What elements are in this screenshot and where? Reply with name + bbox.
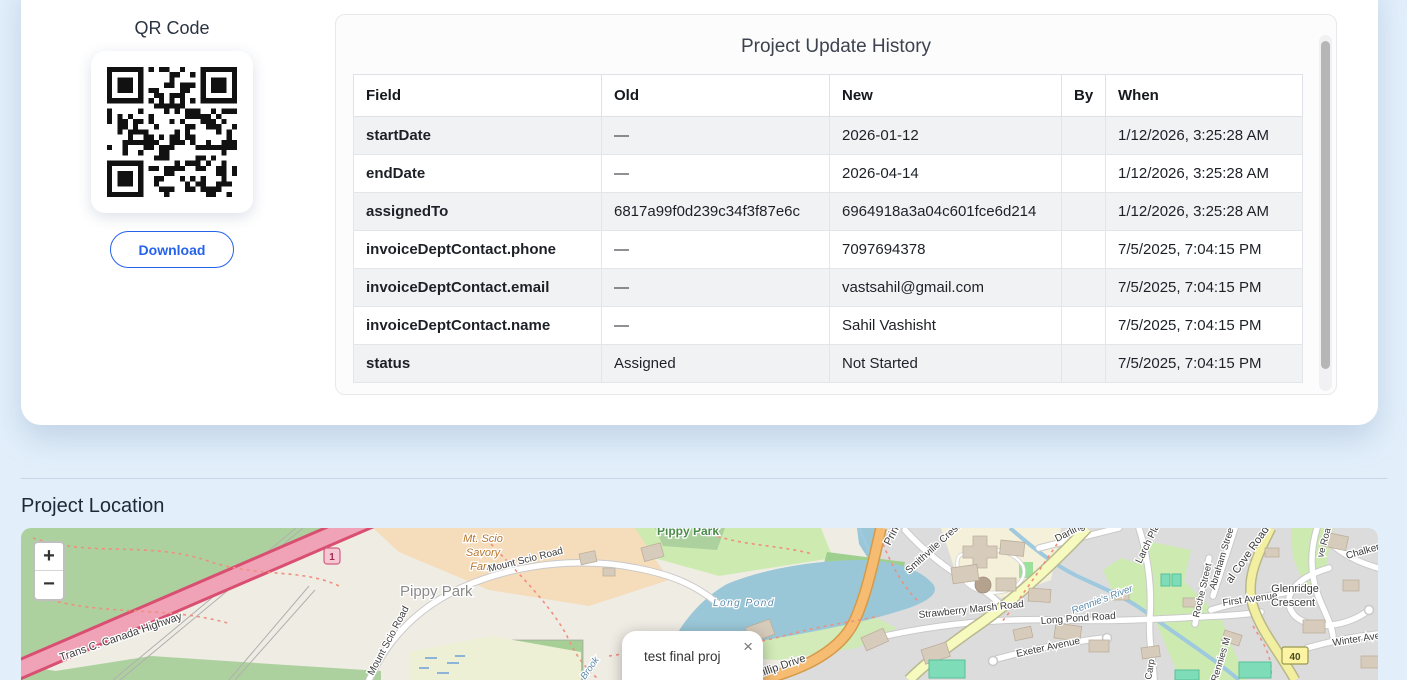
zoom-in-button[interactable]: + <box>35 543 63 571</box>
page: QR Code Download Project Update History … <box>0 0 1407 680</box>
popup-close-icon[interactable]: × <box>743 638 753 655</box>
history-row: invoiceDeptContact.phone — 7097694378 7/… <box>354 231 1303 269</box>
map-label-mt-scio-1: Mt. Scio <box>463 533 503 545</box>
history-row: status Assigned Not Started 7/5/2025, 7:… <box>354 345 1303 383</box>
table-scrollbar-thumb[interactable] <box>1321 41 1330 369</box>
qr-code-card <box>91 51 253 213</box>
header-row: Field Old New By When <box>354 75 1303 117</box>
qr-section: QR Code Download <box>91 18 253 268</box>
map-label-pippy-park: Pippy Park <box>400 583 473 600</box>
map-label-mt-scio-2: Savory <box>466 547 502 559</box>
history-row: startDate — 2026-01-12 1/12/2026, 3:25:2… <box>354 117 1303 155</box>
history-table: Field Old New By When startDate — 2026-0… <box>353 74 1303 383</box>
download-button[interactable]: Download <box>110 231 234 268</box>
col-field: Field <box>354 75 602 117</box>
history-title: Project Update History <box>336 15 1336 58</box>
qr-section-title: QR Code <box>91 18 253 39</box>
section-divider <box>21 478 1387 479</box>
map-label-long-pond: Long Pond <box>713 598 775 609</box>
history-row: invoiceDeptContact.email — vastsahil@gma… <box>354 269 1303 307</box>
project-location-map[interactable]: 1 40 Pippy Park Mt. Scio Savory Farm Pip… <box>21 528 1378 680</box>
location-heading: Project Location <box>21 495 164 518</box>
map-popup-text: test final proj <box>622 631 763 664</box>
project-detail-card: QR Code Download Project Update History … <box>21 0 1378 425</box>
map-label-glenridge-2: Crescent <box>1271 597 1315 609</box>
map-label-glenridge-1: Glenridge <box>1271 583 1319 595</box>
svg-text:40: 40 <box>1289 652 1301 663</box>
history-row: endDate — 2026-04-14 1/12/2026, 3:25:28 … <box>354 155 1303 193</box>
col-new: New <box>830 75 1062 117</box>
route-1-shield: 1 <box>324 548 340 564</box>
map-label-pippy-park-top: Pippy Park <box>657 528 719 538</box>
history-row: assignedTo 6817a99f0d239c34f3f87e6c 6964… <box>354 193 1303 231</box>
zoom-out-button[interactable]: − <box>35 571 63 599</box>
col-old: Old <box>602 75 830 117</box>
col-by: By <box>1062 75 1106 117</box>
route-40-shield: 40 <box>1282 647 1308 664</box>
history-row: invoiceDeptContact.name — Sahil Vashisht… <box>354 307 1303 345</box>
col-when: When <box>1106 75 1303 117</box>
map-zoom-control: + − <box>33 541 65 601</box>
svg-text:1: 1 <box>329 552 335 563</box>
history-panel[interactable]: Project Update History Field Old New By … <box>335 14 1337 395</box>
qr-code-image <box>107 67 237 197</box>
map-popup: test final proj × <box>622 631 763 680</box>
